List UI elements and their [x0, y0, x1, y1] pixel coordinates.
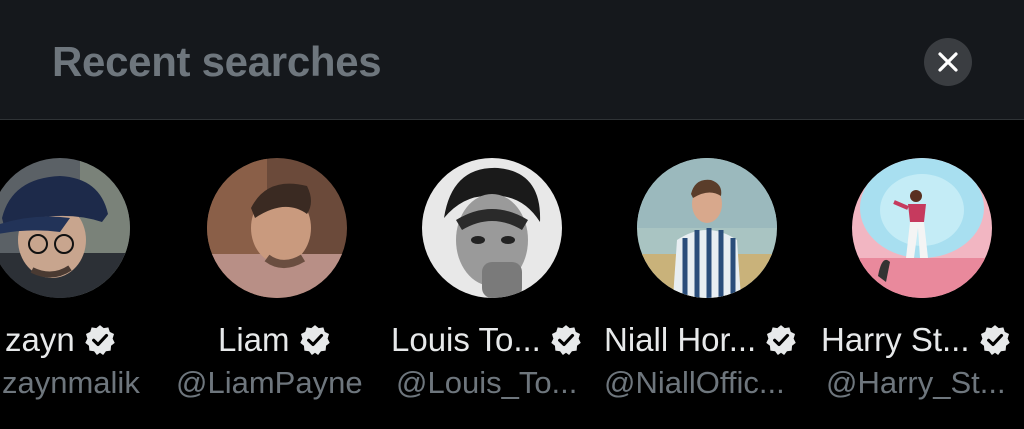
- user-handle: @Harry_St...: [826, 365, 1006, 400]
- search-item-harry[interactable]: Harry St...: [821, 318, 1012, 362]
- verified-badge-icon: [979, 325, 1010, 356]
- verified-badge-icon: [551, 325, 581, 356]
- user-name: Niall Hor...: [604, 321, 757, 358]
- close-icon: [938, 52, 958, 72]
- avatar-liampayne[interactable]: [207, 158, 347, 298]
- user-name: Louis To...: [391, 321, 541, 358]
- user-handle: zaynmalik: [2, 365, 140, 400]
- header-title: Recent searches: [52, 38, 382, 85]
- verified-badge-icon: [84, 325, 115, 356]
- user-name: Liam: [218, 321, 290, 358]
- recent-searches-header: Recent searches: [0, 0, 1024, 120]
- avatar-harry[interactable]: [852, 158, 992, 298]
- user-name: zayn: [5, 321, 75, 358]
- avatar-louis[interactable]: [422, 158, 562, 298]
- search-item-liam[interactable]: Liam: [218, 318, 332, 362]
- user-name: Harry St...: [821, 321, 970, 358]
- search-item-niall[interactable]: Niall Hor...: [604, 318, 798, 362]
- user-handle: @NiallOffic...: [604, 365, 785, 400]
- search-item-zayn[interactable]: zayn: [5, 318, 117, 362]
- verified-badge-icon: [299, 325, 330, 356]
- user-handle: @LiamPayne: [176, 365, 363, 400]
- search-item-louis[interactable]: Louis To...: [391, 318, 583, 362]
- user-handle: @Louis_To...: [396, 365, 578, 400]
- verified-badge-icon: [766, 325, 796, 356]
- avatar-niall[interactable]: [637, 158, 777, 298]
- clear-recent-button[interactable]: [924, 38, 972, 86]
- avatar-zaynmalik[interactable]: [0, 158, 130, 298]
